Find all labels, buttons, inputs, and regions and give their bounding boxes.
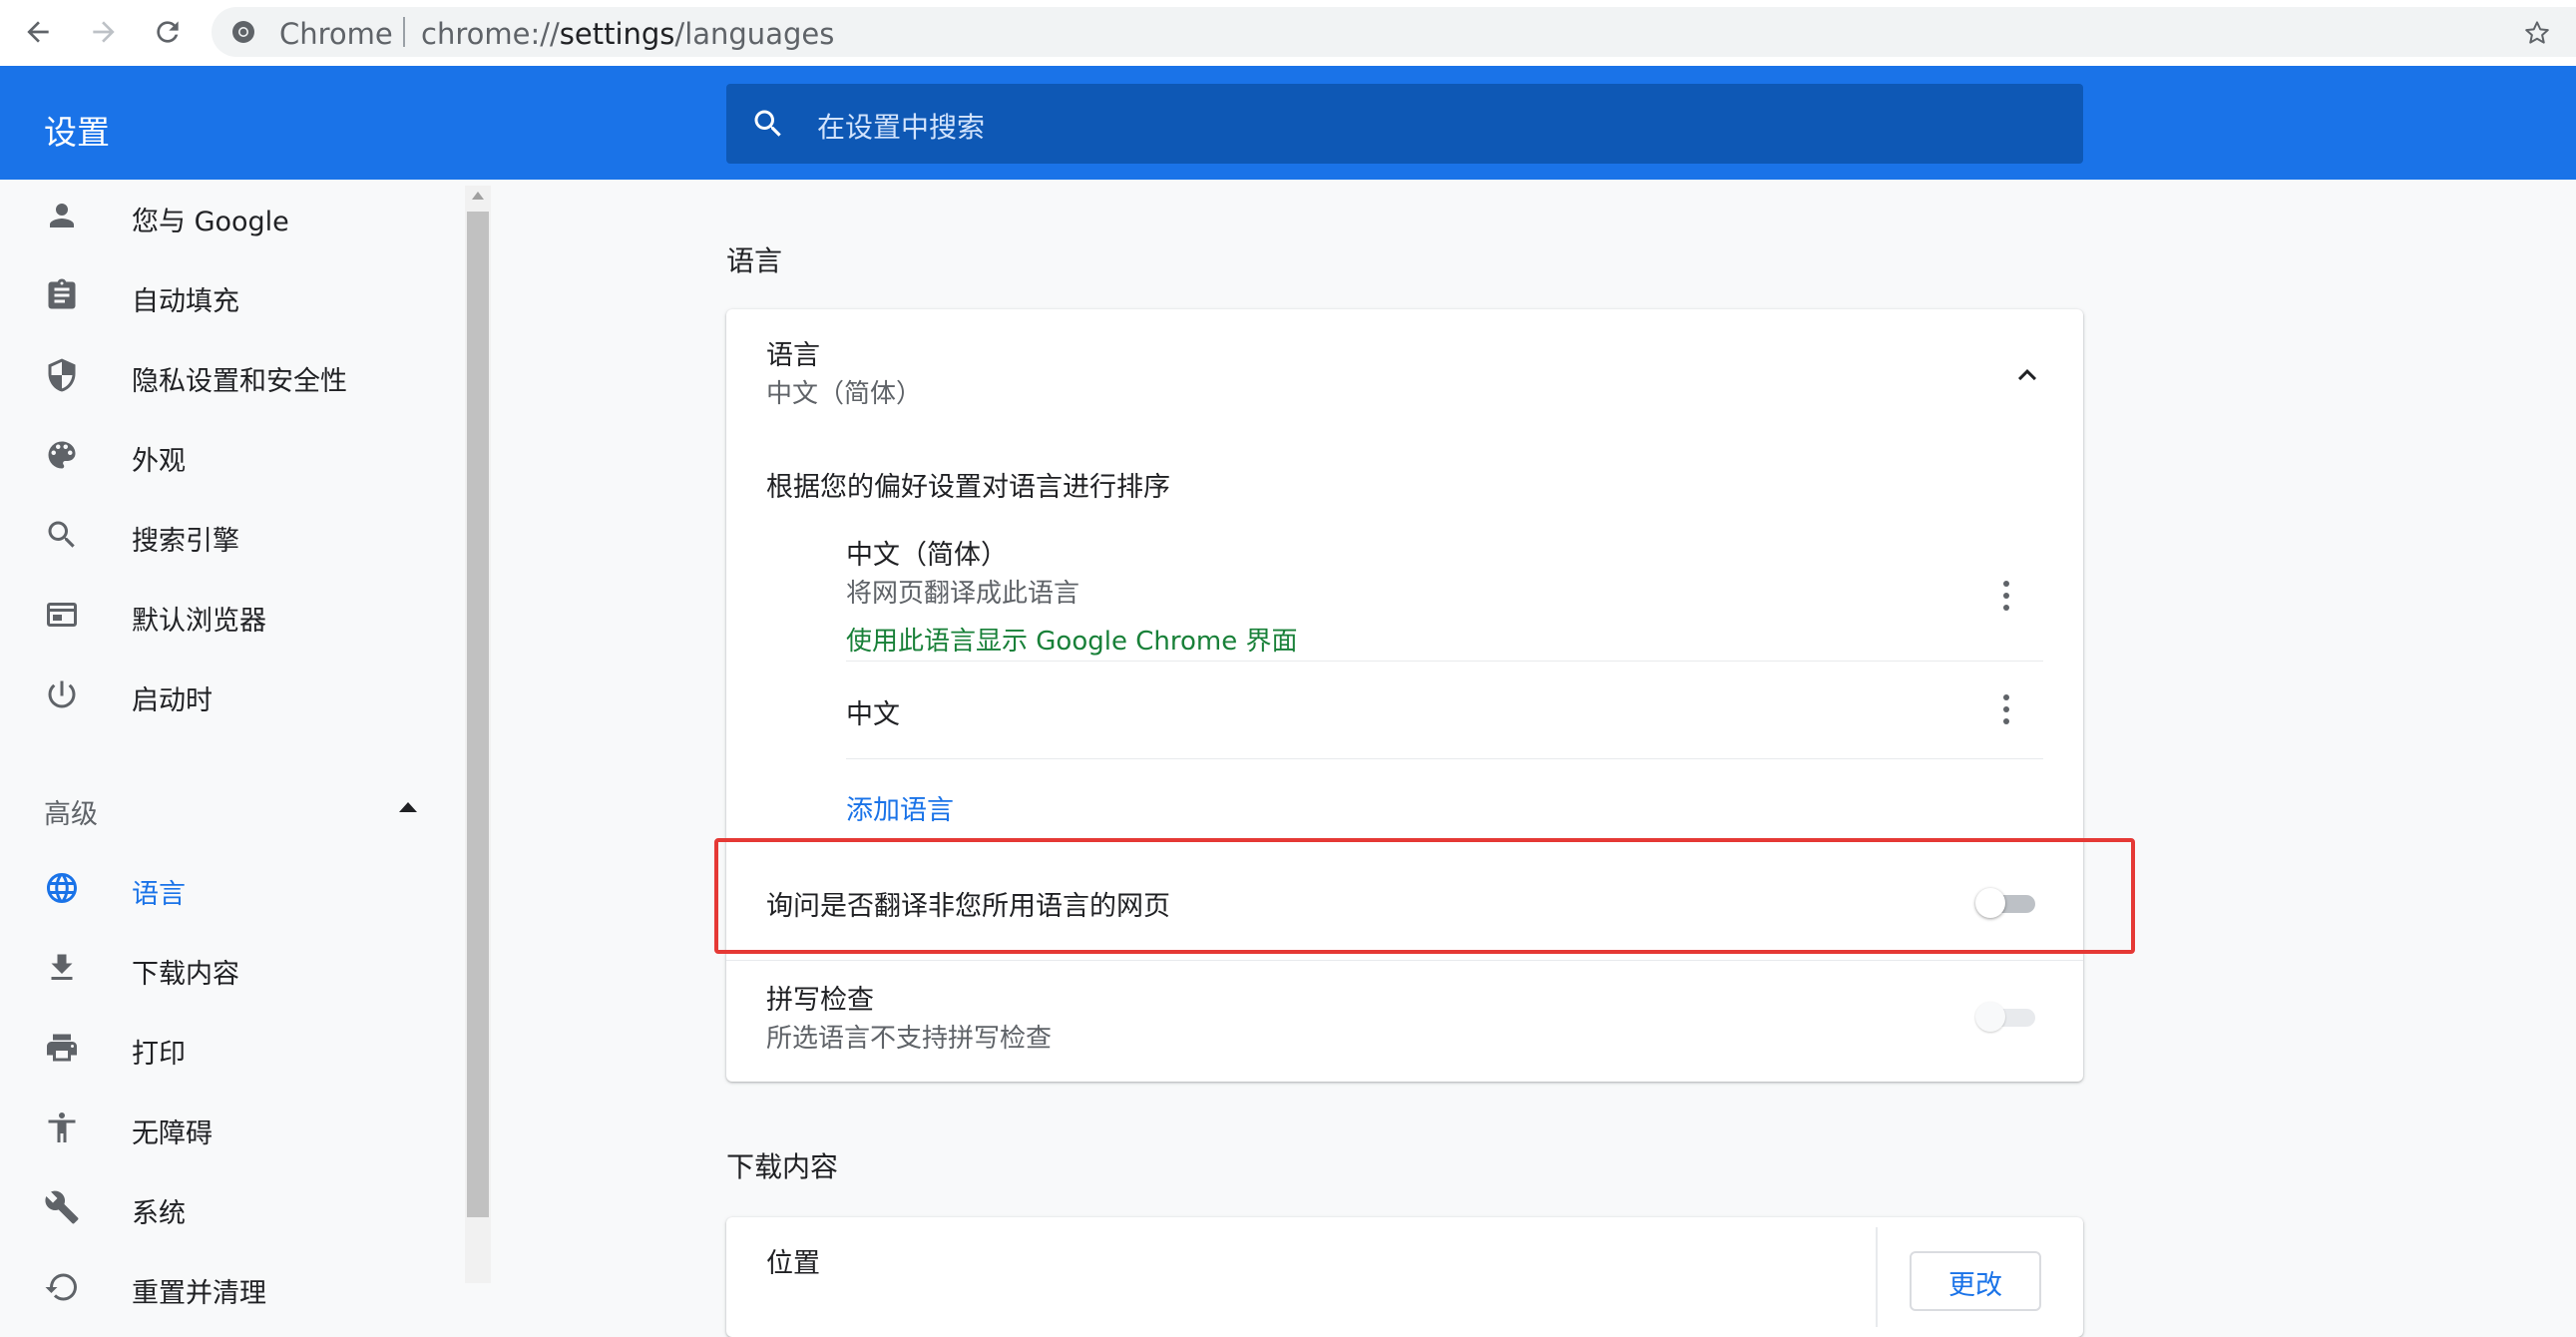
language-name: 中文（简体） xyxy=(846,540,1008,571)
back-arrow-icon xyxy=(27,21,49,43)
divider xyxy=(1876,1227,1878,1327)
power-icon xyxy=(48,680,76,708)
sidebar-item-downloads[interactable]: 下载内容 xyxy=(0,938,469,998)
globe-icon xyxy=(47,873,77,903)
highlight-box xyxy=(714,838,2135,954)
sidebar-item-label: 下载内容 xyxy=(132,959,239,990)
sidebar-item-default-browser[interactable]: 默认浏览器 xyxy=(0,585,469,645)
chevron-up-icon[interactable] xyxy=(399,802,417,812)
sidebar-item-label: 默认浏览器 xyxy=(132,606,266,637)
printer-icon xyxy=(47,1034,77,1062)
more-vert-icon[interactable] xyxy=(2002,694,2010,728)
chrome-logo-icon xyxy=(232,21,254,43)
sidebar-item-system[interactable]: 系统 xyxy=(0,1177,469,1237)
language-name: 中文 xyxy=(846,699,900,730)
sidebar-item-printing[interactable]: 打印 xyxy=(0,1018,469,1078)
download-icon xyxy=(51,954,73,980)
browser-toolbar: Chrome chrome://settings/languages xyxy=(0,0,2576,66)
downloads-section-title: 下载内容 xyxy=(726,1150,839,1183)
spellcheck-sublabel: 所选语言不支持拼写检查 xyxy=(766,1024,1053,1054)
sidebar-item-label: 搜索引擎 xyxy=(132,526,239,557)
language-display-note: 使用此语言显示 Google Chrome 界面 xyxy=(846,627,1298,657)
palette-icon xyxy=(48,441,76,469)
divider xyxy=(846,758,2043,759)
forward-button[interactable] xyxy=(82,10,126,54)
languages-header-label: 语言 xyxy=(766,340,820,371)
browser-icon xyxy=(47,603,77,627)
sidebar-item-label: 自动填充 xyxy=(132,286,239,317)
search-placeholder: 在设置中搜索 xyxy=(817,111,986,144)
sidebar-item-label: 无障碍 xyxy=(132,1118,213,1149)
omnibox-divider xyxy=(403,17,405,47)
settings-header: 设置 在设置中搜索 xyxy=(0,66,2576,180)
site-chip: Chrome xyxy=(279,17,393,51)
accessibility-icon xyxy=(48,1113,76,1142)
search-icon xyxy=(48,521,75,548)
reload-button[interactable] xyxy=(146,10,190,54)
sidebar-item-label: 外观 xyxy=(132,446,186,477)
sidebar-item-label: 重置并清理 xyxy=(132,1278,266,1309)
scrollbar-thumb[interactable] xyxy=(467,212,489,1217)
wrench-icon xyxy=(45,1190,79,1224)
sidebar-advanced-toggle[interactable]: 高级 xyxy=(44,792,98,831)
languages-section-title: 语言 xyxy=(726,244,783,277)
sidebar-item-label: 系统 xyxy=(132,1198,186,1229)
shield-icon xyxy=(48,358,76,392)
divider xyxy=(846,661,2043,662)
scroll-up-arrow-icon[interactable] xyxy=(472,192,484,200)
language-translate-note: 将网页翻译成此语言 xyxy=(846,579,1080,609)
forward-arrow-icon xyxy=(93,21,115,43)
language-order-hint: 根据您的偏好设置对语言进行排序 xyxy=(766,472,1170,503)
languages-card: 语言 中文（简体） 根据您的偏好设置对语言进行排序 中文（简体） 将网页翻译成此… xyxy=(726,309,2083,1082)
divider xyxy=(726,960,2083,961)
sidebar: 您与 Google 自动填充 隐私设置和安全性 外观 搜索引擎 默认浏览器 启动… xyxy=(0,180,469,1309)
change-location-button[interactable]: 更改 xyxy=(1910,1251,2041,1311)
sidebar-item-you-and-google[interactable]: 您与 Google xyxy=(0,186,469,245)
download-location-label: 位置 xyxy=(766,1248,820,1279)
sidebar-item-label: 打印 xyxy=(132,1039,186,1070)
spellcheck-toggle[interactable] xyxy=(1975,1000,2039,1034)
page-title: 设置 xyxy=(44,113,110,152)
sidebar-item-label: 隐私设置和安全性 xyxy=(132,366,347,397)
address-bar[interactable]: Chrome chrome://settings/languages xyxy=(212,7,2576,57)
person-icon xyxy=(50,204,74,227)
reset-icon xyxy=(45,1273,77,1301)
languages-header-value: 中文（简体） xyxy=(766,379,923,409)
spellcheck-label: 拼写检查 xyxy=(766,985,874,1016)
bookmark-star-icon[interactable] xyxy=(2522,18,2552,48)
reload-icon xyxy=(157,21,179,43)
more-vert-icon[interactable] xyxy=(2002,581,2010,615)
sidebar-item-appearance[interactable]: 外观 xyxy=(0,425,469,485)
clipboard-icon xyxy=(48,278,76,309)
sidebar-item-accessibility[interactable]: 无障碍 xyxy=(0,1098,469,1157)
downloads-card: 位置 xyxy=(726,1217,2083,1337)
sidebar-item-search-engine[interactable]: 搜索引擎 xyxy=(0,505,469,565)
url-text: chrome://settings/languages xyxy=(421,17,835,51)
chevron-up-icon[interactable] xyxy=(2009,357,2045,393)
back-button[interactable] xyxy=(16,10,60,54)
sidebar-item-label: 启动时 xyxy=(132,685,213,716)
sidebar-item-reset[interactable]: 重置并清理 xyxy=(0,1257,469,1317)
search-icon xyxy=(754,110,781,137)
sidebar-item-privacy[interactable]: 隐私设置和安全性 xyxy=(0,345,469,405)
sidebar-item-label: 您与 Google xyxy=(132,207,289,237)
sidebar-item-label: 语言 xyxy=(132,879,186,910)
sidebar-item-languages[interactable]: 语言 xyxy=(0,858,469,918)
settings-search-box[interactable]: 在设置中搜索 xyxy=(726,84,2083,164)
add-language-link[interactable]: 添加语言 xyxy=(846,788,954,827)
sidebar-scrollbar[interactable] xyxy=(465,186,491,1283)
sidebar-item-autofill[interactable]: 自动填充 xyxy=(0,265,469,325)
sidebar-item-on-startup[interactable]: 启动时 xyxy=(0,665,469,724)
